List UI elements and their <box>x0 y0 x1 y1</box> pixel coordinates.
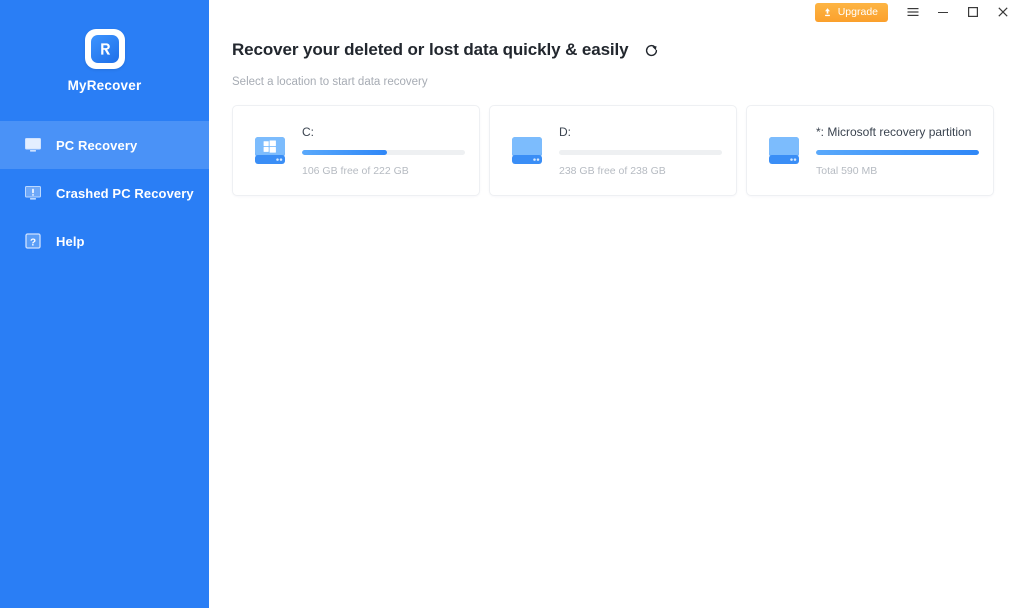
drive-usage-bar <box>302 149 465 155</box>
sidebar-item-label: Help <box>56 233 85 249</box>
title-bar: Upgrade <box>209 0 1024 24</box>
maximize-icon[interactable] <box>958 0 988 24</box>
drive-usage-fill <box>816 149 979 155</box>
brand: MyRecover <box>0 0 209 93</box>
svg-text:?: ? <box>30 237 36 248</box>
drive-usage-fill <box>302 149 387 155</box>
content: Recover your deleted or lost data quickl… <box>209 0 1024 196</box>
windows-disk-icon <box>247 128 293 174</box>
page-subtitle: Select a location to start data recovery <box>232 76 428 88</box>
main-area: Upgrade Recover your deleted or lost dat… <box>209 0 1024 608</box>
question-mark-icon: ? <box>22 230 44 252</box>
sidebar-item-label: Crashed PC Recovery <box>56 185 194 201</box>
brand-name: MyRecover <box>67 78 142 93</box>
drive-name: D: <box>559 124 571 139</box>
upgrade-button[interactable]: Upgrade <box>814 2 888 22</box>
sidebar-item-pc-recovery[interactable]: PC Recovery <box>0 121 209 169</box>
sidebar-item-label: PC Recovery <box>56 137 138 153</box>
page-title: Recover your deleted or lost data quickl… <box>232 40 629 59</box>
minimize-icon[interactable] <box>928 0 958 24</box>
refresh-icon[interactable] <box>642 40 662 60</box>
monitor-alert-icon <box>22 182 44 204</box>
drive-status: Total 590 MB <box>816 164 878 177</box>
drive-card-c[interactable]: C: 106 GB free of 222 GB <box>232 105 480 196</box>
drive-name: C: <box>302 124 314 139</box>
drive-status: 106 GB free of 222 GB <box>302 164 409 177</box>
upgrade-button-label: Upgrade <box>837 6 878 18</box>
sidebar: MyRecover PC Recovery Crashed PC Recover… <box>0 0 209 608</box>
drive-card-recovery-partition[interactable]: *: Microsoft recovery partition Total 59… <box>746 105 994 196</box>
application-window: MyRecover PC Recovery Crashed PC Recover… <box>0 0 1024 608</box>
drive-status: 238 GB free of 238 GB <box>559 164 666 177</box>
sidebar-nav: PC Recovery Crashed PC Recovery ? Help <box>0 121 209 265</box>
drive-usage-bar <box>559 149 722 155</box>
monitor-icon <box>22 134 44 156</box>
upgrade-arrow-icon <box>822 7 833 18</box>
close-icon[interactable] <box>988 0 1018 24</box>
drive-usage-bar <box>816 149 979 155</box>
disk-icon <box>504 128 550 174</box>
drive-list: C: 106 GB free of 222 GB D: 238 GB free … <box>232 105 1024 196</box>
disk-icon <box>761 128 807 174</box>
myrecover-logo-icon <box>84 29 125 69</box>
sidebar-item-crashed-pc-recovery[interactable]: Crashed PC Recovery <box>0 169 209 217</box>
drive-name: *: Microsoft recovery partition <box>816 124 972 139</box>
drive-card-d[interactable]: D: 238 GB free of 238 GB <box>489 105 737 196</box>
sidebar-item-help[interactable]: ? Help <box>0 217 209 265</box>
hamburger-menu-icon[interactable] <box>898 0 928 24</box>
page-heading: Recover your deleted or lost data quickl… <box>232 40 1024 60</box>
